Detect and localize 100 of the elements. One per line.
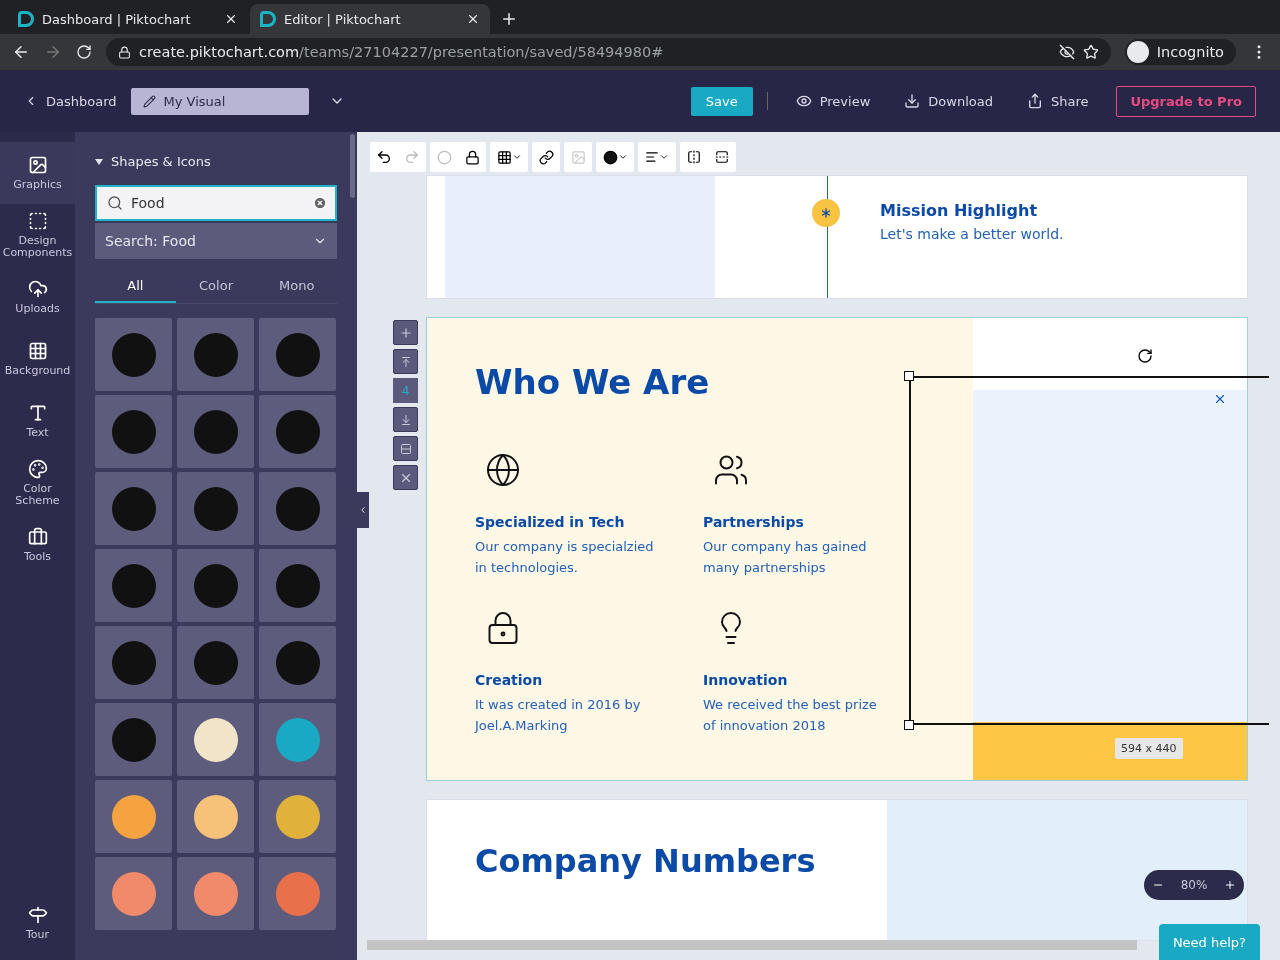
eye-off-icon[interactable] (1058, 44, 1075, 60)
resize-handle[interactable] (904, 720, 914, 730)
search-field[interactable]: Food (95, 185, 337, 221)
food-thumbnail[interactable] (95, 472, 172, 545)
upgrade-button[interactable]: Upgrade to Pro (1116, 85, 1256, 117)
food-thumbnail[interactable] (95, 780, 172, 853)
caret-icon (659, 152, 669, 162)
feature-text: We received the best prize of innovation 2018 (703, 696, 878, 735)
rail-item[interactable]: Background (0, 328, 75, 390)
search-dropdown[interactable]: Search: Food (95, 223, 337, 259)
rail-item[interactable]: Design Components (0, 204, 75, 266)
size-label: 594 x 440 (1115, 738, 1183, 759)
feature-title: Partnerships (703, 514, 805, 530)
logo-icon (260, 11, 276, 27)
move-up-button[interactable] (393, 349, 418, 374)
filter-tab[interactable]: All (95, 269, 176, 303)
food-thumbnail[interactable] (259, 318, 336, 391)
food-thumbnail[interactable] (259, 703, 336, 776)
browser-tab[interactable]: Dashboard | Piktochart (8, 4, 248, 34)
food-thumbnail[interactable] (177, 703, 254, 776)
feature-text: It was created in 2016 by Joel.A.Marking (475, 696, 642, 735)
food-thumbnail[interactable] (177, 472, 254, 545)
forward-icon[interactable] (44, 43, 62, 61)
reload-icon[interactable] (76, 44, 92, 60)
feature-title: Creation (475, 672, 544, 688)
rail-item[interactable]: Tools (0, 514, 75, 576)
profile-button[interactable]: Incognito (1124, 39, 1236, 65)
address-bar[interactable]: create.piktochart.com/teams/27104227/presentation/saved/58494980# (106, 38, 1111, 66)
link-button[interactable] (532, 142, 560, 172)
food-thumbnail[interactable] (259, 626, 336, 699)
caret-icon (617, 152, 628, 162)
move-down-button[interactable] (393, 407, 418, 432)
scrollbar-thumb[interactable] (367, 940, 1137, 950)
header-action[interactable]: Download (898, 92, 999, 110)
undo-icon (376, 149, 392, 165)
tour-item[interactable]: Tour (0, 892, 75, 954)
food-thumbnail[interactable] (95, 703, 172, 776)
align-icon (645, 150, 659, 164)
lock-icon (464, 149, 480, 165)
pencil-icon (142, 94, 156, 108)
back-link[interactable]: Dashboard (24, 93, 117, 109)
chevron-left-icon (358, 505, 368, 515)
title-field[interactable]: My Visual (130, 87, 309, 115)
food-thumbnail[interactable] (177, 780, 254, 853)
arrow-down-icon (399, 413, 412, 426)
food-thumbnail[interactable] (95, 626, 172, 699)
food-thumbnail[interactable] (177, 318, 254, 391)
zoom-in-button[interactable] (1224, 879, 1236, 891)
circle-icon (602, 149, 618, 165)
shape-button[interactable] (596, 142, 634, 172)
rail-item[interactable]: Graphics (0, 142, 75, 204)
palette-icon (27, 459, 48, 480)
header-action[interactable]: Preview (789, 92, 877, 110)
close-icon[interactable] (224, 12, 238, 26)
back-icon[interactable] (12, 43, 30, 61)
flip-vertical-icon (715, 150, 729, 164)
delete-button[interactable] (393, 465, 418, 490)
circle-icon (436, 149, 452, 165)
rail-item[interactable]: Uploads (0, 266, 75, 328)
filter-tab[interactable]: Color (175, 269, 257, 303)
toolbox-icon (27, 527, 48, 548)
header-action[interactable]: Share (1020, 92, 1095, 110)
rail-item[interactable]: Color Scheme (0, 452, 75, 514)
collapse-handle[interactable] (357, 492, 369, 528)
food-thumbnail[interactable] (177, 549, 254, 622)
url-host: create.piktochart.com (139, 44, 300, 60)
rows-icon (399, 442, 412, 455)
food-thumbnail[interactable] (95, 549, 172, 622)
search-icon (107, 195, 123, 211)
food-thumbnail[interactable] (177, 626, 254, 699)
food-thumbnail[interactable] (259, 857, 336, 930)
grid-icon (496, 149, 512, 165)
food-thumbnail[interactable] (259, 780, 336, 853)
food-thumbnail[interactable] (259, 472, 336, 545)
food-thumbnail[interactable] (259, 395, 336, 468)
scrollbar-thumb[interactable] (350, 134, 355, 198)
align-button[interactable] (638, 142, 676, 172)
add-slide-button[interactable] (393, 320, 418, 345)
food-thumbnail[interactable] (177, 395, 254, 468)
food-thumbnail[interactable] (95, 395, 172, 468)
redo-icon (404, 149, 420, 165)
new-tab-icon[interactable] (500, 10, 518, 28)
food-thumbnail[interactable] (177, 857, 254, 930)
duplicate-button[interactable] (393, 436, 418, 461)
transparency-button[interactable] (490, 142, 528, 172)
feature-text: Our company is specialzied in technologies. (475, 538, 655, 577)
close-icon[interactable] (466, 12, 480, 26)
filter-tab[interactable]: Mono (256, 269, 337, 303)
browser-tab[interactable]: Editor | Piktochart (250, 4, 490, 34)
clear-icon[interactable] (313, 196, 327, 210)
resize-handle[interactable] (904, 371, 914, 381)
food-thumbnail[interactable] (95, 857, 172, 930)
section-header[interactable]: Shapes & Icons (95, 154, 337, 169)
slide-title: Who We Are (475, 362, 710, 402)
food-thumbnail[interactable] (95, 318, 172, 391)
star-icon[interactable] (1082, 44, 1099, 60)
rotate-icon[interactable] (1137, 348, 1153, 364)
rail-item[interactable]: Text (0, 390, 75, 452)
food-thumbnail[interactable] (259, 549, 336, 622)
title-text: My Visual (163, 93, 226, 109)
